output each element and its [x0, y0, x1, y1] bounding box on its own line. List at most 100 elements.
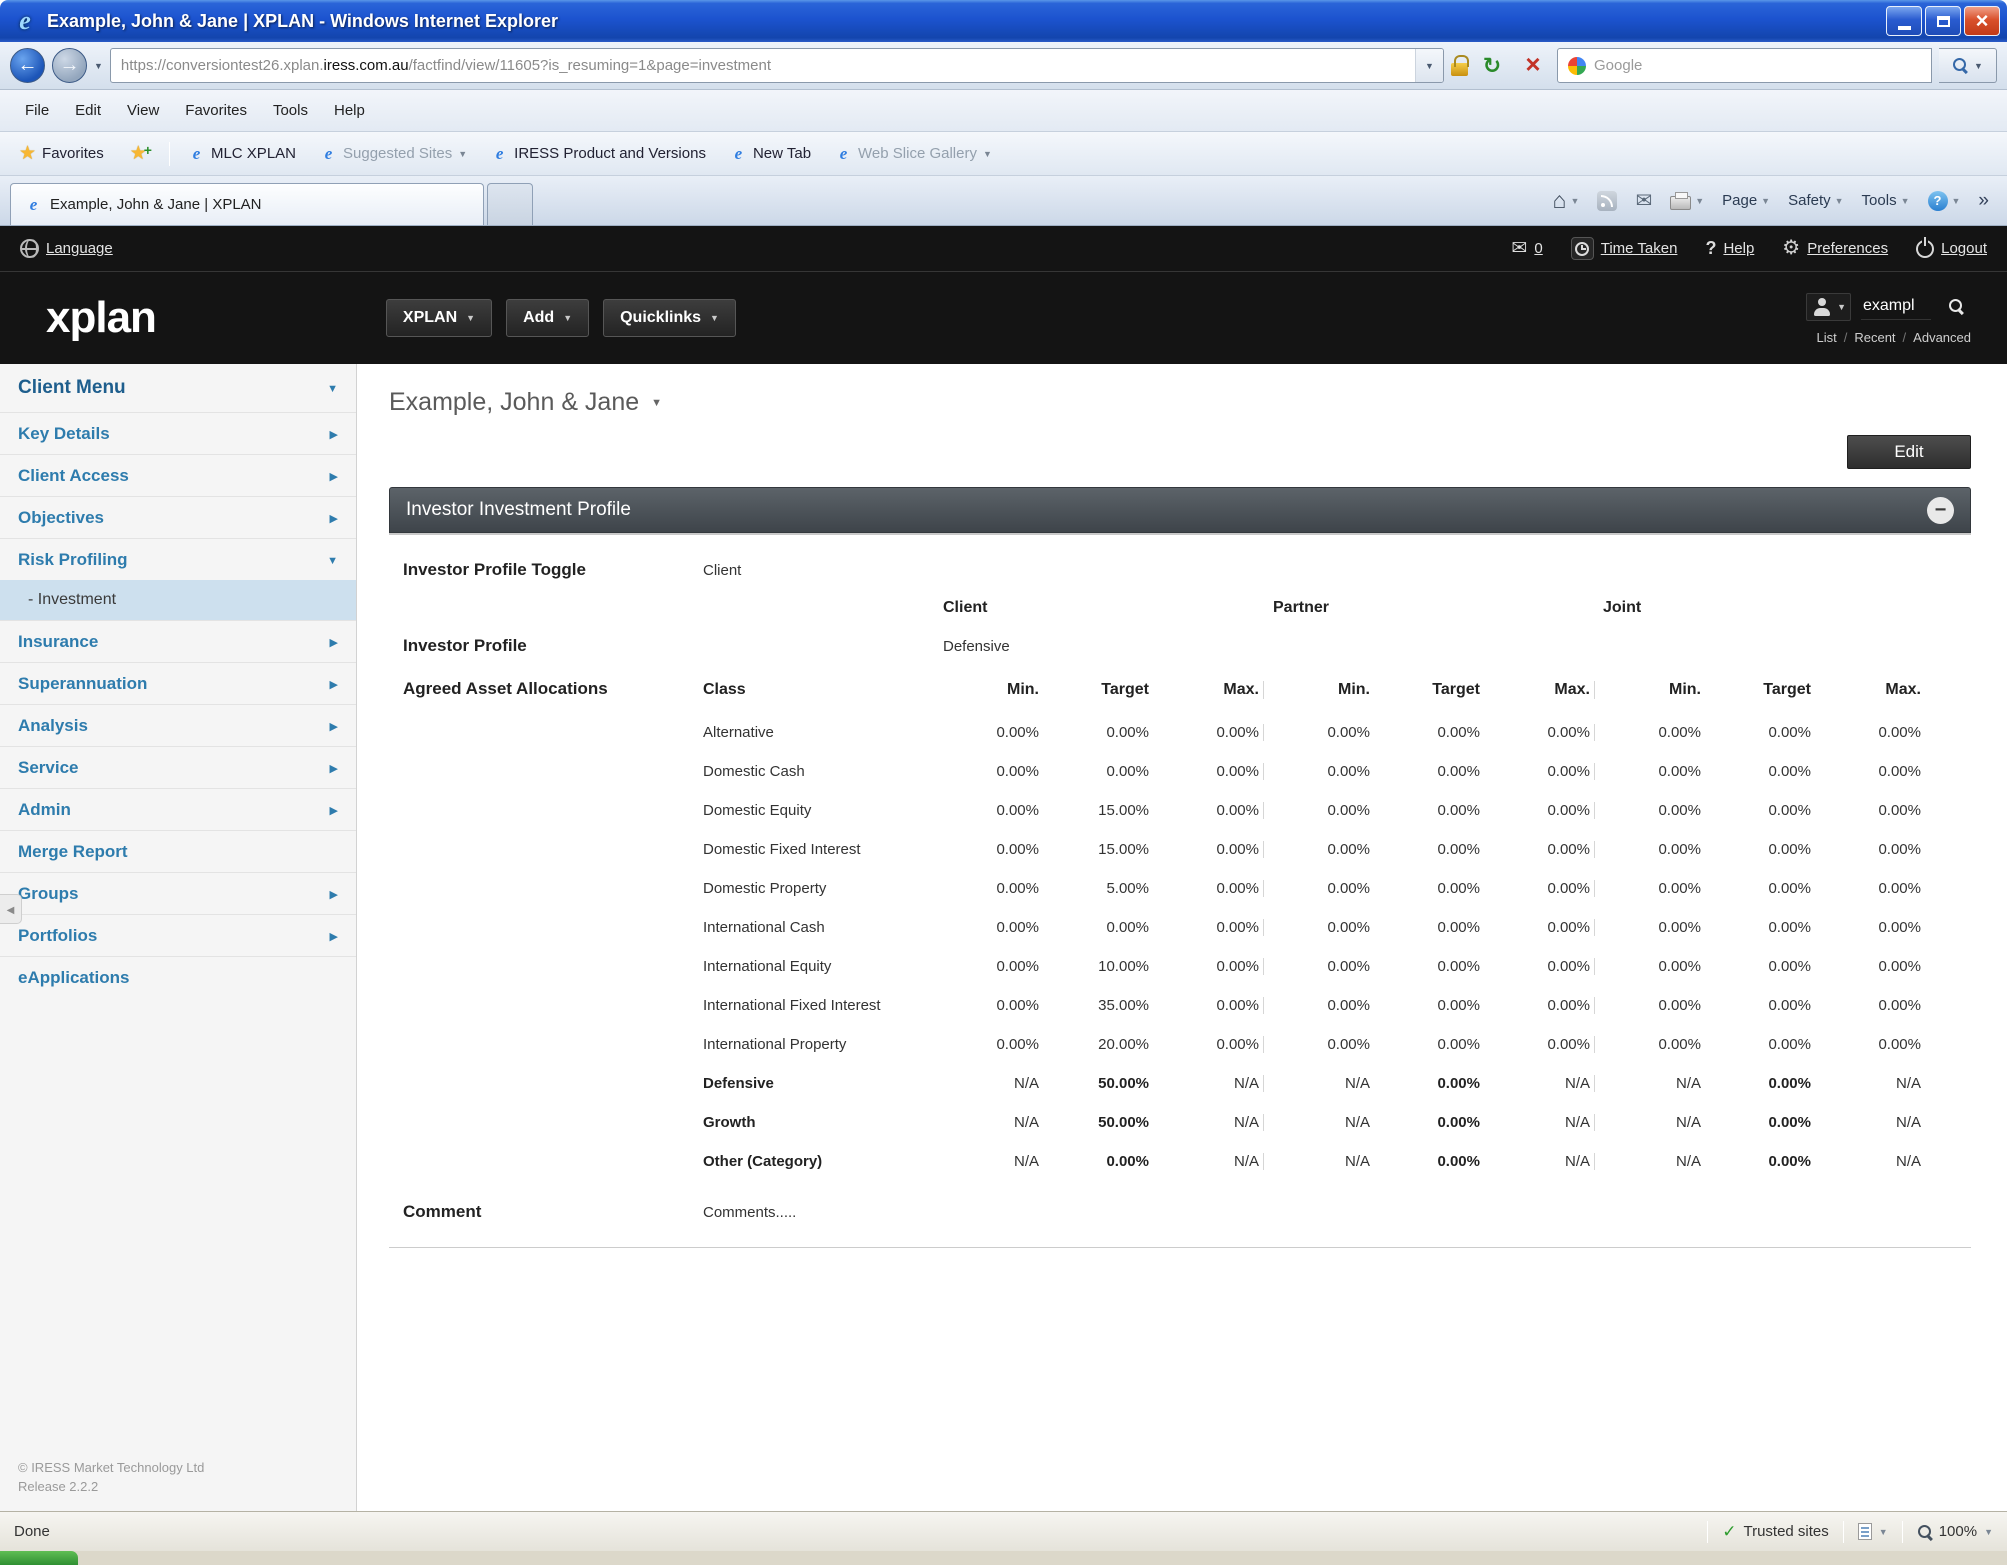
allocation-value: 0.00% — [1878, 802, 1921, 819]
home-button[interactable] — [1553, 187, 1580, 214]
sidebar-item-service[interactable]: Service — [0, 746, 356, 788]
allocation-class-label: International Cash — [703, 919, 825, 936]
rss-feed-icon — [1597, 190, 1618, 211]
search-scope-advanced[interactable]: Advanced — [1913, 330, 1971, 345]
history-dropdown-button[interactable] — [94, 61, 103, 71]
sidebar-item-eapplications[interactable]: eApplications — [0, 956, 356, 998]
nav-quicklinks-button[interactable]: Quicklinks — [603, 299, 736, 337]
sidebar-item-groups[interactable]: Groups — [0, 872, 356, 914]
entity-header-content: Client Partner Joint — [703, 599, 1971, 617]
feeds-button[interactable] — [1597, 190, 1618, 211]
menu-item-file[interactable]: File — [12, 97, 62, 124]
back-button[interactable] — [10, 48, 45, 83]
sidebar-item-insurance[interactable]: Insurance — [0, 620, 356, 662]
messages-link[interactable]: 0 — [1511, 237, 1542, 260]
nav-add-button[interactable]: Add — [506, 299, 590, 337]
menu-item-favorites[interactable]: Favorites — [172, 97, 260, 124]
refresh-button[interactable] — [1475, 49, 1509, 83]
favorites-item-new-tab[interactable]: New Tab — [720, 139, 821, 169]
favorites-item-mlc-xplan[interactable]: MLC XPLAN — [178, 139, 306, 169]
allocation-row-alternative: Alternative 0.00% 0.00% 0.00% 0.00% 0.00% 0.00… — [703, 713, 1971, 752]
main-content: Example, John & Jane Edit Investor Inves… — [357, 364, 2007, 1511]
read-mail-button[interactable] — [1635, 188, 1652, 213]
language-link[interactable]: Language — [20, 239, 113, 258]
app-search-button[interactable] — [1941, 292, 1971, 322]
sidebar-item-key-details[interactable]: Key Details — [0, 412, 356, 454]
browser-tab[interactable]: Example, John & Jane | XPLAN — [10, 183, 484, 225]
close-button[interactable] — [1964, 6, 2000, 36]
allocation-value: 0.00% — [1437, 802, 1480, 819]
xplan-logo[interactable]: xplan — [46, 293, 157, 343]
browser-search-box[interactable]: Google — [1557, 48, 1932, 83]
separator: / — [1902, 329, 1907, 345]
menu-item-edit[interactable]: Edit — [62, 97, 114, 124]
help-icon — [1927, 190, 1948, 211]
sidebar-item-analysis[interactable]: Analysis — [0, 704, 356, 746]
logout-link[interactable]: Logout — [1916, 236, 1987, 258]
print-button[interactable] — [1670, 191, 1704, 210]
sidebar-item-objectives[interactable]: Objectives — [0, 496, 356, 538]
time-taken-link[interactable]: Time Taken — [1570, 237, 1677, 260]
value-group-partner: 0.00% 0.00% 0.00% — [1263, 997, 1594, 1014]
allocation-row-growth: Growth N/A 50.00% N/A N/A 0.00% N/A N/A 0.00% N/A — [703, 1103, 1971, 1142]
favorites-item-web-slice-gallery[interactable]: Web Slice Gallery — [825, 139, 1002, 169]
security-zone[interactable]: Trusted sites — [1722, 1522, 1828, 1542]
command-safety-button[interactable]: Safety — [1788, 192, 1843, 209]
search-go-button[interactable] — [1939, 48, 1997, 83]
address-bar[interactable]: https://conversiontest26.xplan. iress.co… — [109, 48, 1444, 83]
favorites-item-suggested-sites[interactable]: Suggested Sites — [310, 139, 477, 169]
ie-logo-icon — [11, 7, 39, 35]
command-tools-button[interactable]: Tools — [1862, 192, 1910, 209]
allocation-value: N/A — [1233, 1075, 1259, 1092]
sidebar-item-label: Key Details — [18, 423, 110, 443]
start-button-fragment[interactable] — [0, 1551, 78, 1565]
profile-value-cell: Defensive — [703, 638, 1971, 655]
menu-item-tools[interactable]: Tools — [260, 97, 321, 124]
allocation-value: 0.00% — [1547, 958, 1590, 975]
status-text: Done — [14, 1523, 50, 1540]
add-favorite-button[interactable] — [121, 137, 161, 170]
sidebar-collapse-handle[interactable] — [0, 894, 22, 924]
zoom-control[interactable]: 100% — [1917, 1523, 1993, 1540]
ie-help-button[interactable] — [1927, 190, 1961, 211]
protected-mode-indicator[interactable] — [1857, 1523, 1888, 1540]
stop-button[interactable] — [1516, 49, 1550, 83]
chevron-down-icon — [1952, 196, 1961, 206]
command-page-button[interactable]: Page — [1722, 192, 1770, 209]
menu-item-view[interactable]: View — [114, 97, 172, 124]
sidebar-item-superannuation[interactable]: Superannuation — [0, 662, 356, 704]
search-scope-recent[interactable]: Recent — [1854, 330, 1895, 345]
restore-button[interactable] — [1925, 6, 1961, 36]
client-selector[interactable]: Example, John & Jane — [389, 388, 1971, 417]
forward-button[interactable] — [52, 48, 87, 83]
sidebar-item-portfolios[interactable]: Portfolios — [0, 914, 356, 956]
user-avatar-button[interactable] — [1806, 292, 1851, 321]
sidebar-item-investment[interactable]: Investment — [0, 580, 356, 620]
favorites-item-iress-product-and-versions[interactable]: IRESS Product and Versions — [481, 139, 716, 169]
collapse-panel-button[interactable] — [1927, 496, 1954, 524]
toolbar-overflow-button[interactable] — [1978, 190, 1989, 212]
value-group-partner: 0.00% 0.00% 0.00% — [1263, 1036, 1594, 1053]
help-link[interactable]: Help — [1705, 238, 1754, 259]
edit-button[interactable]: Edit — [1847, 435, 1971, 469]
lock-icon[interactable] — [1451, 55, 1469, 76]
allocation-value: 0.00% — [1768, 724, 1811, 741]
ie-page-icon — [730, 144, 747, 164]
new-tab-button[interactable] — [487, 183, 533, 225]
comment-value: Comments..... — [703, 1203, 797, 1221]
sidebar-item-client-menu[interactable]: Client Menu — [0, 364, 356, 412]
sidebar-item-merge-report[interactable]: Merge Report — [0, 830, 356, 872]
preferences-link[interactable]: Preferences — [1782, 238, 1888, 259]
status-bar-right: Trusted sites 100% — [1707, 1520, 1993, 1543]
clock-icon — [1570, 237, 1594, 260]
favorites-button[interactable]: Favorites — [10, 137, 113, 170]
sidebar-item-risk-profiling[interactable]: Risk Profiling — [0, 538, 356, 580]
sidebar-item-admin[interactable]: Admin — [0, 788, 356, 830]
search-scope-list[interactable]: List — [1816, 330, 1836, 345]
app-search-input[interactable]: exampl — [1861, 293, 1931, 320]
address-dropdown-button[interactable] — [1415, 49, 1443, 82]
menu-item-help[interactable]: Help — [321, 97, 378, 124]
minimize-button[interactable] — [1886, 6, 1922, 36]
nav-xplan-button[interactable]: XPLAN — [385, 299, 493, 337]
sidebar-item-client-access[interactable]: Client Access — [0, 454, 356, 496]
